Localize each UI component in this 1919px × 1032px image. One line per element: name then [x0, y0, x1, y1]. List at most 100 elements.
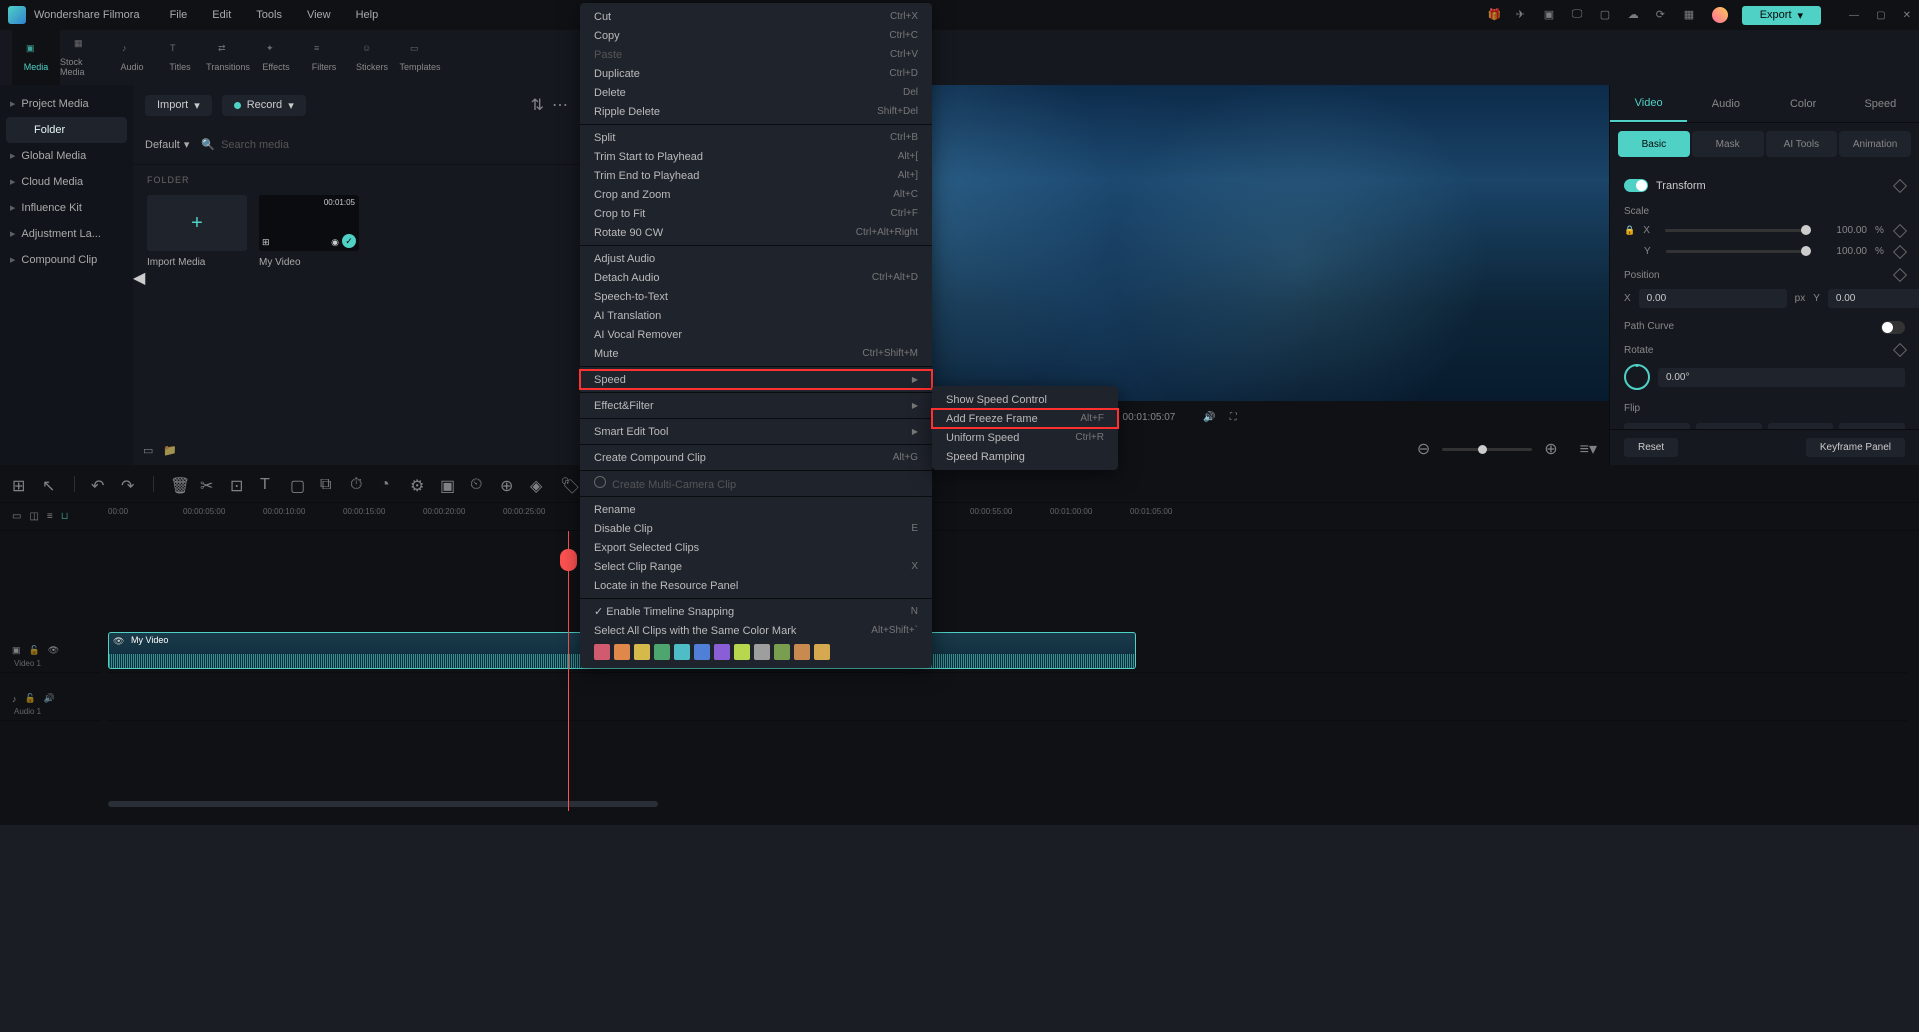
kf-icon[interactable]	[1893, 223, 1907, 237]
tl-split[interactable]: ✂	[200, 476, 216, 492]
cat-effects[interactable]: ✦Effects	[252, 30, 300, 85]
tl-speed[interactable]: ⏱	[350, 476, 366, 492]
tl-redo[interactable]: ↷	[121, 476, 137, 492]
ctx-select-all-clips-with-the-same-color-mark[interactable]: Select All Clips with the Same Color Mar…	[580, 621, 932, 640]
ctx-create-compound-clip[interactable]: Create Compound ClipAlt+G	[580, 448, 932, 467]
tl-crop2[interactable]: ▣	[440, 476, 456, 492]
ctx-export-selected-clips[interactable]: Export Selected Clips	[580, 538, 932, 557]
kf-icon[interactable]	[1893, 268, 1907, 282]
reset-button[interactable]: Reset	[1624, 438, 1678, 457]
scale-y-value[interactable]: 100.00	[1819, 246, 1867, 257]
fullscreen-icon[interactable]: ⛶	[1230, 412, 1237, 423]
tl-adjust[interactable]: ⚙	[410, 476, 426, 492]
cat-stickers[interactable]: ☺Stickers	[348, 30, 396, 85]
cat-transitions[interactable]: ⇄Transitions	[204, 30, 252, 85]
tl-timer[interactable]: ⏲	[470, 476, 486, 492]
volume-icon[interactable]: 🔊	[1203, 412, 1215, 423]
rotate-dial[interactable]	[1624, 364, 1650, 390]
gift-icon[interactable]: 🎁	[1488, 8, 1502, 22]
kf-diamond-icon[interactable]	[1893, 178, 1907, 192]
tl-crop[interactable]: ⊡	[230, 476, 246, 492]
ctx-adjust-audio[interactable]: Adjust Audio	[580, 249, 932, 268]
tl-tag[interactable]: 🏷	[560, 476, 576, 492]
export-button[interactable]: Export ▾	[1742, 6, 1821, 25]
tl-tool-pointer[interactable]: ↖	[42, 476, 58, 492]
color-swatch[interactable]	[734, 644, 750, 660]
tab-speed[interactable]: Speed	[1842, 85, 1919, 122]
playhead[interactable]	[568, 531, 569, 811]
tl-delete[interactable]: 🗑	[170, 476, 186, 492]
ctx-detach-audio[interactable]: Detach AudioCtrl+Alt+D	[580, 268, 932, 287]
ctx-crop-and-zoom[interactable]: Crop and ZoomAlt+C	[580, 185, 932, 204]
ctx-locate-in-the-resource-panel[interactable]: Locate in the Resource Panel	[580, 576, 932, 595]
timeline-scrollbar[interactable]	[108, 801, 1905, 807]
cat-titles[interactable]: TTitles	[156, 30, 204, 85]
ctx-duplicate[interactable]: DuplicateCtrl+D	[580, 64, 932, 83]
ctx-effect-filter[interactable]: Effect&Filter▶	[580, 396, 932, 415]
cat-media[interactable]: ▣Media	[12, 30, 60, 85]
audio-note-icon[interactable]: ♪	[12, 694, 17, 704]
send-icon[interactable]: ✈	[1516, 8, 1530, 22]
tl-marker[interactable]: ◈	[530, 476, 546, 492]
new-folder-icon[interactable]: 📁	[163, 444, 177, 457]
search-input[interactable]: 🔍Search media	[201, 138, 568, 151]
tab-audio[interactable]: Audio	[1687, 85, 1764, 122]
rotate-input[interactable]	[1658, 368, 1905, 387]
ctx-speed-show-speed-control[interactable]: Show Speed Control	[932, 390, 1118, 409]
track-eye-icon[interactable]: 👁	[48, 645, 59, 656]
apps-icon[interactable]: ▦	[1684, 8, 1698, 22]
sidebar-compound[interactable]: ▶Compound Clip	[0, 247, 133, 273]
audio-mute-icon[interactable]: 🔊	[44, 693, 55, 704]
cat-filters[interactable]: ≡Filters	[300, 30, 348, 85]
pos-x-input[interactable]	[1639, 289, 1787, 308]
ctx-ai-translation[interactable]: AI Translation	[580, 306, 932, 325]
ruler-opt-magnet[interactable]: ⊔	[61, 511, 69, 522]
color-swatch[interactable]	[814, 644, 830, 660]
pos-y-input[interactable]	[1828, 289, 1919, 308]
scale-x-slider[interactable]	[1665, 229, 1811, 232]
capture-icon[interactable]: ▢	[1600, 8, 1614, 22]
scale-y-slider[interactable]	[1666, 250, 1811, 253]
ctx-rename[interactable]: Rename	[580, 500, 932, 519]
color-swatch[interactable]	[714, 644, 730, 660]
refresh-icon[interactable]: ⟳	[1656, 8, 1670, 22]
sidebar-project-media[interactable]: ▶Project Media	[0, 91, 133, 117]
ruler-opt-2[interactable]: ◫	[29, 511, 38, 522]
preview-eye-icon[interactable]: ◉	[331, 237, 339, 248]
add-to-timeline-icon[interactable]: ⊞	[262, 237, 270, 248]
zoom-out-button[interactable]: ⊖	[1417, 439, 1430, 459]
ctx-split[interactable]: SplitCtrl+B	[580, 128, 932, 147]
sidebar-adjustment[interactable]: ▶Adjustment La...	[0, 221, 133, 247]
color-swatch[interactable]	[754, 644, 770, 660]
tl-color[interactable]: ◔	[380, 476, 396, 492]
monitor-icon[interactable]: 🖵	[1572, 8, 1586, 22]
track-toggle-icon[interactable]: ▣	[12, 645, 21, 656]
ctx-ai-vocal-remover[interactable]: AI Vocal Remover	[580, 325, 932, 344]
tab-video[interactable]: Video	[1610, 85, 1687, 122]
ctx-copy[interactable]: CopyCtrl+C	[580, 26, 932, 45]
bin-icon[interactable]: ▭	[143, 444, 153, 457]
subtab-aitools[interactable]: AI Tools	[1766, 131, 1838, 157]
ctx-speech-to-text[interactable]: Speech-to-Text	[580, 287, 932, 306]
ctx-mute[interactable]: MuteCtrl+Shift+M	[580, 344, 932, 363]
path-curve-toggle[interactable]	[1881, 321, 1905, 334]
ctx-trim-start-to-playhead[interactable]: Trim Start to PlayheadAlt+[	[580, 147, 932, 166]
keyframe-panel-button[interactable]: Keyframe Panel	[1806, 438, 1905, 457]
cloud-icon[interactable]: ☁	[1628, 8, 1642, 22]
ctx-ripple-delete[interactable]: Ripple DeleteShift+Del	[580, 102, 932, 121]
import-media-tile[interactable]: + Import Media	[147, 195, 247, 268]
kf-icon[interactable]	[1893, 244, 1907, 258]
sort-icon[interactable]: ⇅	[531, 95, 544, 115]
record-button[interactable]: Record▾	[222, 95, 306, 116]
ctx-disable-clip[interactable]: Disable ClipE	[580, 519, 932, 538]
tl-text[interactable]: T	[260, 476, 276, 492]
kf-icon[interactable]	[1893, 343, 1907, 357]
import-button[interactable]: Import▾	[145, 95, 212, 116]
lock-icon[interactable]: 🔒	[1624, 225, 1635, 236]
media-thumb-myvideo[interactable]: 00:01:05 ⊞ ◉ ✓ My Video	[259, 195, 359, 268]
tl-link[interactable]: ⧉	[320, 476, 336, 492]
more-icon[interactable]: ⋯	[552, 95, 568, 115]
ctx-speed-speed-ramping[interactable]: Speed Ramping	[932, 447, 1118, 466]
cat-templates[interactable]: ▭Templates	[396, 30, 444, 85]
color-swatch[interactable]	[794, 644, 810, 660]
